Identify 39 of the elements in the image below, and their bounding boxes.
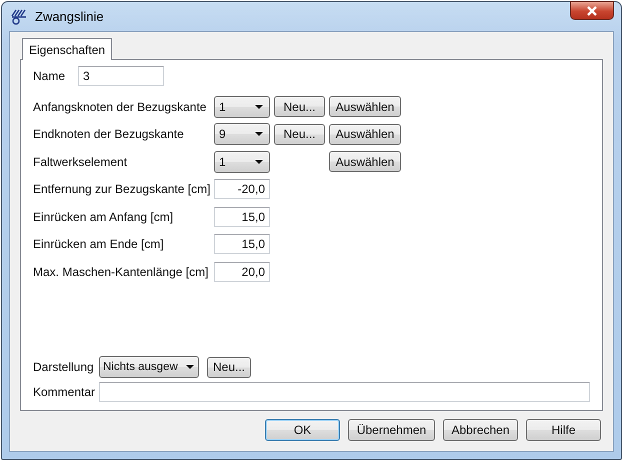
name-field[interactable]: 3 (78, 66, 164, 86)
field-label: Name (33, 69, 66, 83)
dialog-button[interactable]: Abbrechen (443, 419, 518, 441)
window-title: Zwangslinie (35, 9, 104, 24)
dropdown[interactable]: 1 (214, 96, 270, 118)
select-button[interactable]: Auswählen (329, 124, 401, 145)
close-button[interactable] (570, 1, 614, 20)
field-label: Anfangsknoten der Bezugskante (33, 100, 208, 114)
select-button[interactable]: Auswählen (329, 96, 401, 118)
number-field[interactable]: 20,0 (214, 262, 270, 282)
caret-icon (255, 132, 263, 136)
dropdown[interactable]: 9 (214, 123, 270, 146)
select-button[interactable]: Auswählen (329, 151, 401, 172)
field-label: Einrücken am Anfang [cm] (33, 210, 174, 224)
caret-icon (186, 365, 194, 369)
new-button[interactable]: Neu... (207, 356, 251, 378)
field-label: Darstellung (33, 360, 93, 374)
field-label: Faltwerkselement (33, 154, 128, 169)
dropdown[interactable]: Nichts ausgew (99, 356, 199, 378)
number-field[interactable]: 15,0 (214, 206, 270, 227)
caret-icon (255, 104, 263, 109)
tab[interactable]: Eigenschaften (22, 38, 112, 60)
field-label: Max. Maschen-Kantenlänge [cm] (33, 264, 210, 279)
dialog-button[interactable]: OK (265, 419, 340, 441)
dialog-button[interactable]: Hilfe (526, 419, 601, 441)
dropdown[interactable]: 1 (214, 150, 270, 173)
new-button[interactable]: Neu... (274, 124, 325, 145)
new-button[interactable]: Neu... (274, 96, 325, 118)
caret-icon (255, 160, 263, 164)
dialog-button[interactable]: Übernehmen (348, 419, 435, 441)
field-label: Entfernung zur Bezugskante [cm] (33, 182, 210, 196)
field-label: Endknoten der Bezugskante (33, 127, 185, 142)
close-icon (587, 6, 597, 16)
number-field[interactable]: -20,0 (214, 179, 270, 200)
number-field[interactable]: 15,0 (214, 234, 270, 254)
hatched-line-icon (11, 8, 29, 26)
field-label: Einrücken am Ende [cm] (33, 237, 165, 252)
field-label: Kommentar (33, 385, 93, 399)
comment-field[interactable] (99, 382, 590, 402)
